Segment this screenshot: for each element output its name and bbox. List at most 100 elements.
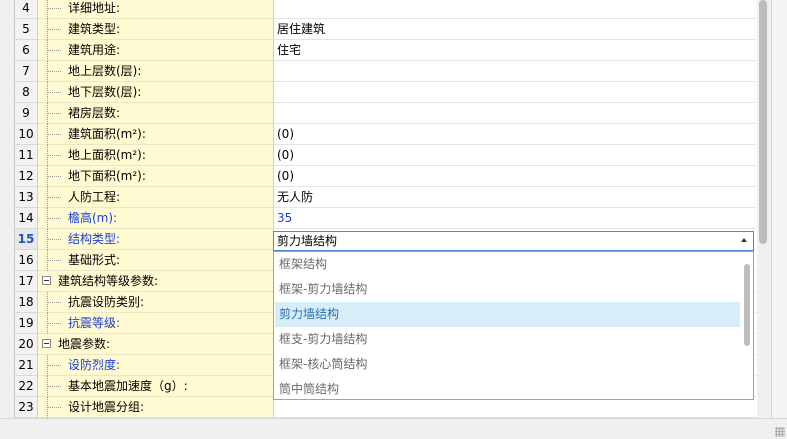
row-number[interactable]: 16 xyxy=(15,250,38,271)
row-number[interactable]: 14 xyxy=(15,208,38,229)
combobox-value: 剪力墙结构 xyxy=(277,234,338,248)
property-value-cell[interactable]: 无人防 xyxy=(274,187,756,208)
property-name-cell[interactable]: 裙房层数: xyxy=(38,103,274,124)
property-name-cell[interactable]: 地上层数(层): xyxy=(38,61,274,82)
dropdown-option-label: 框支-剪力墙结构 xyxy=(279,332,368,346)
dropdown-option[interactable]: 剪力墙结构 xyxy=(275,302,740,327)
grid-vertical-scrollbar[interactable] xyxy=(757,0,771,418)
property-label: 建筑用途: xyxy=(68,43,121,57)
row-number[interactable]: 6 xyxy=(15,40,38,61)
grid-row[interactable]: 14 檐高(m): 35 xyxy=(15,208,757,229)
row-number[interactable]: 9 xyxy=(15,103,38,124)
property-value-cell[interactable]: (0) xyxy=(274,166,756,187)
property-name-cell[interactable]: 基本地震加速度（g）: xyxy=(38,376,274,397)
grid-row[interactable]: 4 详细地址: xyxy=(15,0,757,19)
property-value-cell[interactable] xyxy=(274,397,756,418)
row-number[interactable]: 20 xyxy=(15,334,38,355)
grid-row[interactable]: 10 建筑面积(m²): (0) xyxy=(15,124,757,145)
grid-row[interactable]: 5 建筑类型: 居住建筑 xyxy=(15,19,757,40)
property-label: 详细地址: xyxy=(68,1,121,15)
property-value-cell[interactable]: 35 xyxy=(274,208,756,229)
property-label: 抗震等级: xyxy=(68,316,121,330)
property-label: 人防工程: xyxy=(68,190,121,204)
tree-branch xyxy=(47,134,61,135)
row-number[interactable]: 7 xyxy=(15,61,38,82)
property-name-cell[interactable]: 设防烈度: xyxy=(38,355,274,376)
collapse-minus-icon[interactable] xyxy=(42,276,51,285)
grid-row[interactable]: 8 地下层数(层): xyxy=(15,82,757,103)
property-value-cell[interactable] xyxy=(274,0,756,19)
property-value-cell[interactable]: (0) xyxy=(274,145,756,166)
tree-branch xyxy=(47,113,61,114)
property-name-cell[interactable]: 抗震等级: xyxy=(38,313,274,334)
grid-row[interactable]: 7 地上层数(层): xyxy=(15,61,757,82)
grid-row[interactable]: 11 地上面积(m²): (0) xyxy=(15,145,757,166)
row-number[interactable]: 11 xyxy=(15,145,38,166)
dropdown-option[interactable]: 框支-剪力墙结构 xyxy=(275,327,740,352)
dropdown-option[interactable]: 框架-剪力墙结构 xyxy=(275,277,740,302)
property-label: 基础形式: xyxy=(68,253,121,267)
property-label: 建筑类型: xyxy=(68,22,121,36)
property-label: 地震参数: xyxy=(58,337,111,351)
row-number[interactable]: 13 xyxy=(15,187,38,208)
dropdown-scrollbar-thumb[interactable] xyxy=(744,264,750,346)
property-name-cell[interactable]: 抗震设防类别: xyxy=(38,292,274,313)
structure-type-combobox[interactable]: 剪力墙结构 xyxy=(273,231,754,251)
property-name-cell[interactable]: 设计地震分组: xyxy=(38,397,274,418)
dropdown-option[interactable]: 框架-核心筒结构 xyxy=(275,352,740,377)
property-value-cell[interactable] xyxy=(274,61,756,82)
row-number[interactable]: 21 xyxy=(15,355,38,376)
row-number[interactable]: 4 xyxy=(15,0,38,19)
row-number[interactable]: 8 xyxy=(15,82,38,103)
property-value-cell[interactable] xyxy=(274,103,756,124)
property-name-cell[interactable]: 结构类型: xyxy=(38,229,274,250)
window-bottom-bar xyxy=(0,418,787,439)
window-right-edge xyxy=(771,0,787,418)
property-label: 地上面积(m²): xyxy=(68,148,146,162)
dropdown-option[interactable]: 框架结构 xyxy=(275,252,740,277)
property-name-cell[interactable]: 基础形式: xyxy=(38,250,274,271)
property-value-cell[interactable] xyxy=(274,82,756,103)
tree-branch xyxy=(47,365,61,366)
property-name-cell[interactable]: 地下层数(层): xyxy=(38,82,274,103)
property-name-cell[interactable]: 建筑用途: xyxy=(38,40,274,61)
grid-row[interactable]: 6 建筑用途: 住宅 xyxy=(15,40,757,61)
property-value-cell[interactable]: (0) xyxy=(274,124,756,145)
row-number[interactable]: 18 xyxy=(15,292,38,313)
property-name-cell[interactable]: 详细地址: xyxy=(38,0,274,19)
tree-branch xyxy=(47,386,61,387)
grid-row[interactable]: 13 人防工程: 无人防 xyxy=(15,187,757,208)
property-value-cell[interactable]: 住宅 xyxy=(274,40,756,61)
property-name-cell[interactable]: 建筑类型: xyxy=(38,19,274,40)
property-name-cell[interactable]: 建筑面积(m²): xyxy=(38,124,274,145)
property-value-cell[interactable]: 居住建筑 xyxy=(274,19,756,40)
row-number[interactable]: 15 xyxy=(15,229,38,250)
property-name-cell[interactable]: 人防工程: xyxy=(38,187,274,208)
caret-up-icon[interactable] xyxy=(741,238,747,242)
collapse-minus-icon[interactable] xyxy=(42,339,51,348)
row-number[interactable]: 19 xyxy=(15,313,38,334)
tree-branch xyxy=(47,218,61,219)
row-number[interactable]: 10 xyxy=(15,124,38,145)
dropdown-option-label: 框架结构 xyxy=(279,257,328,271)
row-number[interactable]: 5 xyxy=(15,19,38,40)
row-number[interactable]: 12 xyxy=(15,166,38,187)
row-number[interactable]: 23 xyxy=(15,397,38,418)
dropdown-option[interactable]: 筒中筒结构 xyxy=(275,377,740,399)
property-name-cell[interactable]: 地下面积(m²): xyxy=(38,166,274,187)
grid-row[interactable]: 23 设计地震分组: xyxy=(15,397,757,418)
grid-scrollbar-thumb[interactable] xyxy=(759,0,767,244)
row-number[interactable]: 17 xyxy=(15,271,38,292)
grid-row[interactable]: 9 裙房层数: xyxy=(15,103,757,124)
property-name-cell[interactable]: 建筑结构等级参数: xyxy=(38,271,274,292)
tree-branch xyxy=(47,407,61,408)
grid-row[interactable]: 12 地下面积(m²): (0) xyxy=(15,166,757,187)
property-name-cell[interactable]: 地震参数: xyxy=(38,334,274,355)
property-name-cell[interactable]: 地上面积(m²): xyxy=(38,145,274,166)
row-number[interactable]: 22 xyxy=(15,376,38,397)
property-name-cell[interactable]: 檐高(m): xyxy=(38,208,274,229)
structure-type-dropdown-list[interactable]: 筒中筒结构 框架-核心筒结构 框支-剪力墙结构 剪力墙结构 框架-剪力墙结构 框架结构 xyxy=(273,251,754,400)
resize-grip-icon[interactable] xyxy=(775,427,785,437)
tree-branch xyxy=(47,8,61,9)
dropdown-option-label: 框架-剪力墙结构 xyxy=(279,282,368,296)
